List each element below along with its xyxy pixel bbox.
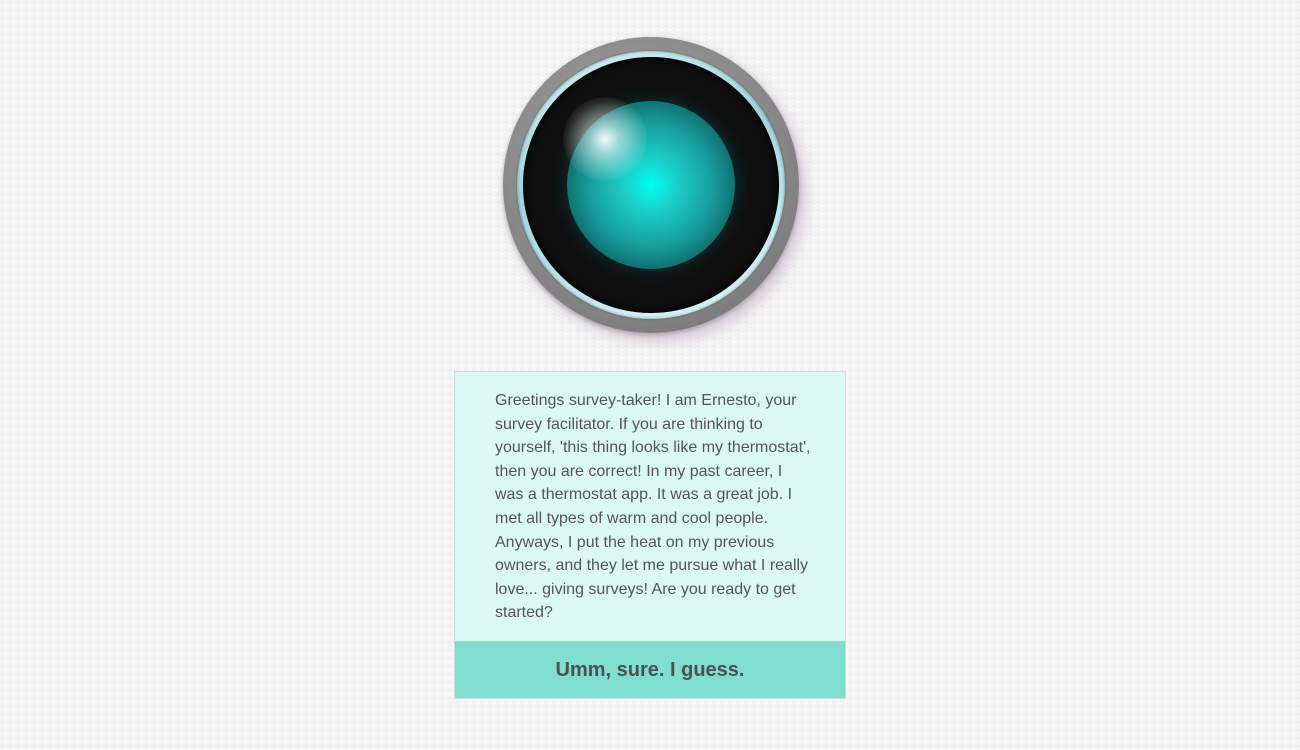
eye-socket [523,57,779,313]
message-text: Greetings survey-taker! I am Ernesto, yo… [495,392,811,622]
eye-glint [563,97,647,181]
message-card: Greetings survey-taker! I am Ernesto, yo… [454,371,846,699]
robot-eye-icon [503,37,799,333]
reply-button[interactable]: Umm, sure. I guess. [455,641,845,698]
